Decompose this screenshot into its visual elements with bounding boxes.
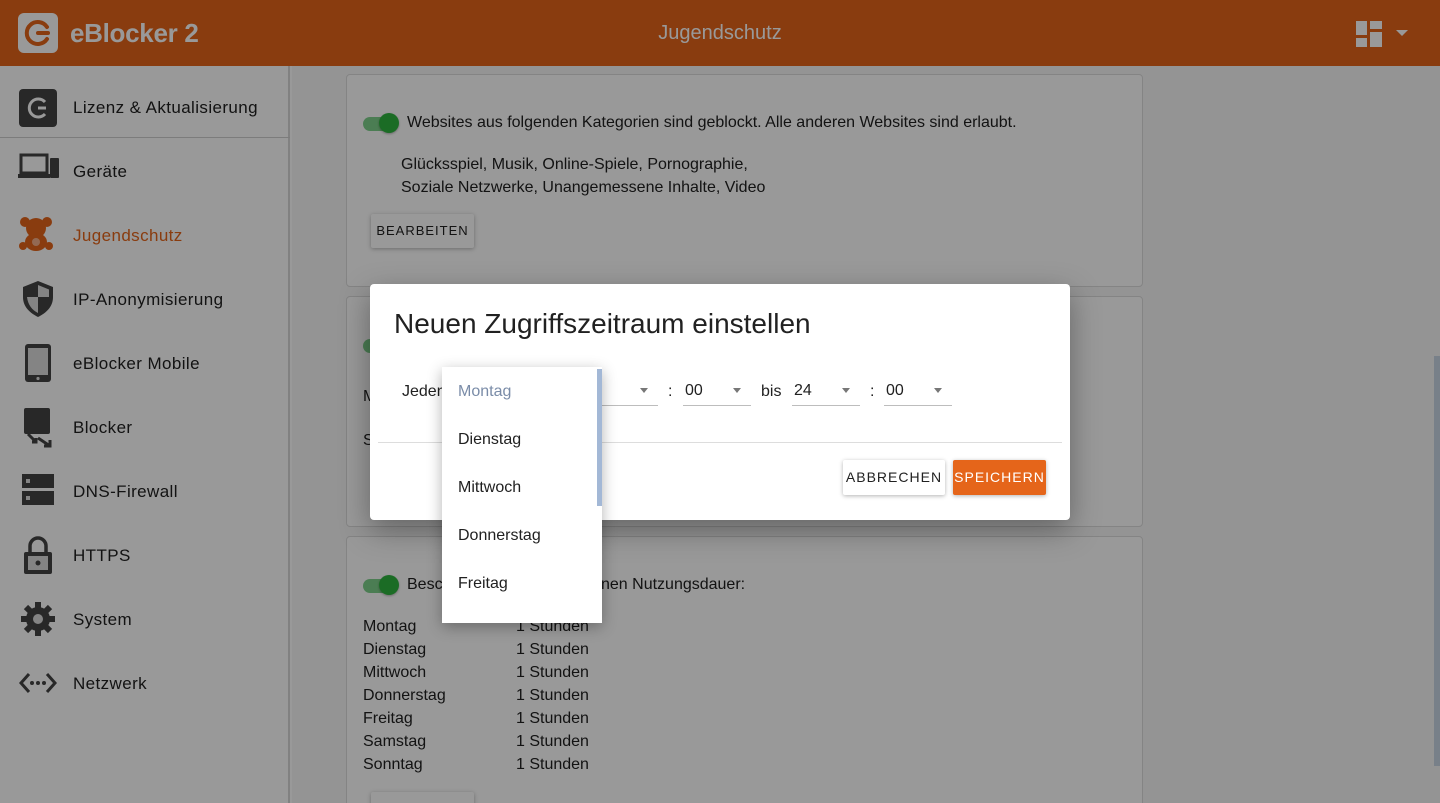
jeden-label: Jeden (402, 383, 446, 400)
time-separator: : (870, 383, 875, 400)
from-hour-select[interactable] (598, 380, 658, 406)
cancel-button[interactable]: ABBRECHEN (843, 460, 945, 495)
dropdown-option-dienstag[interactable]: Dienstag (458, 431, 521, 449)
to-minute-select[interactable]: 00 (884, 380, 952, 406)
time-separator: : (668, 383, 673, 400)
to-hour-value: 24 (794, 382, 812, 399)
chevron-down-icon (842, 388, 850, 393)
save-button[interactable]: SPEICHERN (953, 460, 1046, 495)
bis-label: bis (761, 383, 782, 400)
dropdown-option-donnerstag[interactable]: Donnerstag (458, 527, 541, 545)
to-hour-select[interactable]: 24 (792, 380, 860, 406)
chevron-down-icon (934, 388, 942, 393)
chevron-down-icon (733, 388, 741, 393)
from-minute-select[interactable]: 00 (683, 380, 751, 406)
from-minute-value: 00 (685, 382, 703, 399)
dropdown-scrollbar[interactable] (597, 369, 602, 506)
chevron-down-icon (640, 388, 648, 393)
dropdown-option-montag[interactable]: Montag (458, 383, 511, 401)
dialog-title: Neuen Zugriffszeitraum einstellen (394, 308, 811, 339)
dropdown-option-freitag[interactable]: Freitag (458, 575, 508, 593)
dropdown-option-mittwoch[interactable]: Mittwoch (458, 479, 521, 497)
to-minute-value: 00 (886, 382, 904, 399)
weekday-dropdown: Montag Dienstag Mittwoch Donnerstag Frei… (442, 367, 602, 623)
